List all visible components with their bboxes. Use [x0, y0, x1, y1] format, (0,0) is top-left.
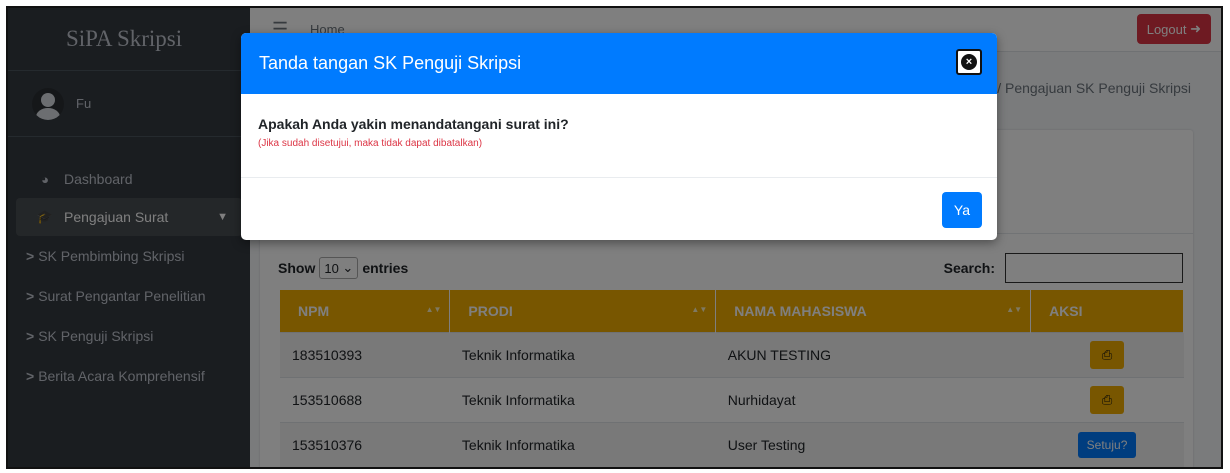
confirm-modal: Tanda tangan SK Penguji Skripsi × Apakah… — [241, 33, 997, 240]
modal-warning-note: (Jika sudah disetujui, maka tidak dapat … — [258, 138, 483, 149]
modal-title: Tanda tangan SK Penguji Skripsi — [259, 53, 522, 73]
modal-body: Apakah Anda yakin menandatangani surat i… — [241, 94, 997, 178]
modal-question: Apakah Anda yakin menandatangani surat i… — [258, 116, 569, 132]
close-icon: × — [961, 54, 977, 70]
modal-header: Tanda tangan SK Penguji Skripsi × — [241, 33, 997, 94]
close-button[interactable]: × — [956, 49, 982, 75]
app-window: SiPA Skripsi Fu ◕ Dashboard 🎓 Pengajuan … — [6, 6, 1223, 469]
confirm-button[interactable]: Ya — [941, 192, 982, 228]
